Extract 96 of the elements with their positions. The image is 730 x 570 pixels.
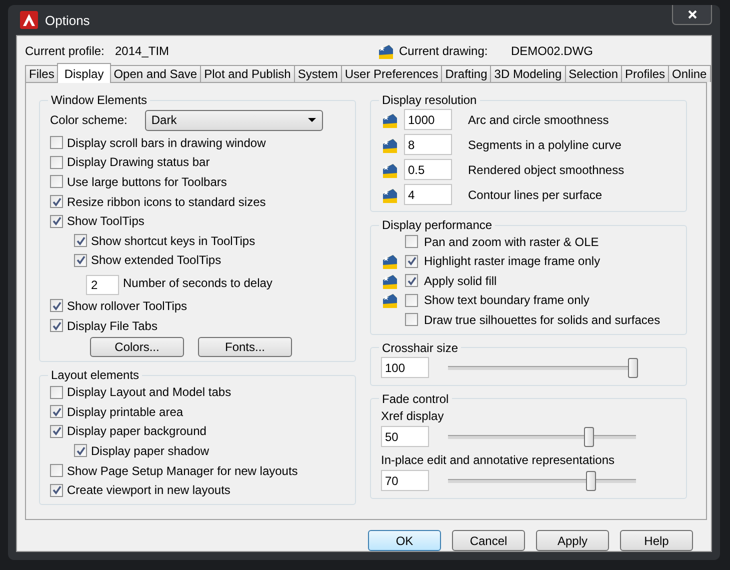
field-label: Number of seconds to delay: [123, 276, 272, 290]
checkbox[interactable]: [405, 294, 418, 307]
tab[interactable]: Plot and Publish: [200, 65, 295, 82]
button[interactable]: Help: [620, 530, 693, 551]
checkbox-label: Apply solid fill: [424, 274, 497, 288]
checkbox[interactable]: [50, 214, 63, 228]
slider-thumb[interactable]: [584, 426, 594, 446]
checkbox-label: Display File Tabs: [67, 318, 158, 333]
button[interactable]: Cancel: [452, 530, 525, 551]
window-title: Options: [45, 12, 90, 28]
checkbox[interactable]: [50, 195, 63, 208]
tab[interactable]: 3D Modeling: [490, 65, 566, 82]
checkbox[interactable]: [50, 386, 63, 399]
button[interactable]: OK: [368, 530, 441, 551]
group-title: Display resolution: [381, 93, 478, 107]
checkbox[interactable]: [50, 405, 63, 418]
close-icon: [686, 9, 698, 20]
field-label: Contour lines per surface: [468, 188, 602, 202]
button[interactable]: Colors...: [90, 337, 184, 358]
checkbox-label: Display paper background: [67, 424, 206, 438]
checkbox[interactable]: [50, 136, 63, 150]
input-field[interactable]: 8: [404, 134, 452, 155]
group-title: Window Elements: [50, 93, 148, 107]
slider-thumb[interactable]: [628, 358, 638, 378]
checkbox-label: Show rollover ToolTips: [67, 298, 188, 313]
checkbox-label: Show Page Setup Manager for new layouts: [67, 464, 298, 478]
checkbox-label: Create viewport in new layouts: [67, 483, 230, 498]
button[interactable]: Apply: [536, 530, 609, 551]
checkbox[interactable]: [50, 299, 63, 312]
color-scheme-dropdown[interactable]: Dark: [145, 110, 324, 130]
checkbox[interactable]: [50, 424, 63, 438]
input-field[interactable]: 50: [381, 426, 429, 447]
drawing-icon: [377, 42, 395, 60]
tab[interactable]: System: [294, 65, 342, 82]
checkbox-label: Resize ribbon icons to standard sizes: [67, 194, 266, 209]
app-logo-icon: [20, 11, 38, 29]
checkbox[interactable]: [50, 175, 63, 188]
checkbox-label: Show text boundary frame only: [424, 293, 590, 308]
button[interactable]: Fonts...: [198, 337, 292, 358]
checkbox[interactable]: [74, 444, 87, 458]
profile-value: 2014_TIM: [115, 44, 170, 58]
tab[interactable]: User Preferences: [340, 65, 442, 82]
tab[interactable]: Drafting: [441, 65, 492, 82]
checkbox[interactable]: [50, 484, 63, 497]
checkbox-label: Display printable area: [67, 404, 184, 419]
checkbox-label: Show extended ToolTips: [91, 253, 222, 268]
slider-thumb[interactable]: [586, 470, 596, 490]
checkbox[interactable]: [74, 234, 87, 248]
field-label: Color scheme:: [50, 113, 128, 127]
checkbox[interactable]: [50, 319, 63, 332]
drawing-value: DEMO02.DWG: [511, 44, 594, 58]
checkbox-label: Display scroll bars in drawing window: [67, 136, 266, 150]
tab[interactable]: Display: [57, 63, 111, 83]
slider[interactable]: [446, 470, 638, 490]
field-label: Arc and circle smoothness: [468, 112, 609, 126]
number-field[interactable]: 2: [86, 275, 119, 296]
group-title: Crosshair size: [381, 340, 460, 354]
checkbox-label: Pan and zoom with raster & OLE: [424, 234, 599, 249]
tab[interactable]: Profiles: [621, 65, 670, 82]
input-field[interactable]: 4: [404, 184, 452, 205]
field-label: Segments in a polyline curve: [468, 138, 622, 152]
checkbox[interactable]: [405, 254, 418, 268]
slider[interactable]: [446, 358, 638, 378]
input-field[interactable]: 1000: [404, 109, 452, 130]
checkbox-label: Use large buttons for Toolbars: [67, 174, 227, 189]
checkbox-label: Display Layout and Model tabs: [67, 385, 232, 400]
checkbox-label: Draw true silhouettes for solids and surfaces: [424, 312, 660, 327]
checkbox[interactable]: [50, 464, 63, 478]
checkbox[interactable]: [50, 156, 63, 169]
checkbox-label: Display paper shadow: [91, 444, 210, 458]
checkbox[interactable]: [405, 313, 418, 326]
group-title: Display performance: [381, 218, 494, 232]
input-field[interactable]: 0.5: [404, 159, 452, 180]
tab[interactable]: Online: [668, 65, 711, 82]
checkbox-label: Highlight raster image frame only: [424, 254, 600, 268]
slider[interactable]: [446, 426, 638, 446]
input-field[interactable]: 70: [381, 470, 429, 491]
input-field[interactable]: 100: [381, 357, 429, 378]
checkbox-label: Display Drawing status bar: [67, 155, 210, 170]
checkbox[interactable]: [405, 274, 418, 288]
tab[interactable]: Selection: [564, 65, 622, 82]
checkbox[interactable]: [405, 235, 418, 248]
profile-label: Current profile:: [25, 44, 106, 58]
checkbox[interactable]: [74, 254, 87, 267]
checkbox-label: Show shortcut keys in ToolTips: [91, 234, 256, 248]
group-title: Layout elements: [50, 368, 140, 382]
field-label: Rendered object smoothness: [468, 162, 624, 176]
dropdown-arrow-icon: [308, 118, 316, 122]
tab[interactable]: Files: [25, 65, 58, 82]
close-button[interactable]: [672, 5, 712, 25]
slider-label: Xref display: [381, 408, 445, 424]
drawing-label: Current drawing:: [399, 44, 489, 58]
tab[interactable]: Open and Save: [110, 65, 202, 82]
slider-label: In-place edit and annotative representations: [381, 452, 616, 468]
group-title: Fade control: [381, 392, 450, 406]
checkbox-label: Show ToolTips: [67, 214, 144, 228]
